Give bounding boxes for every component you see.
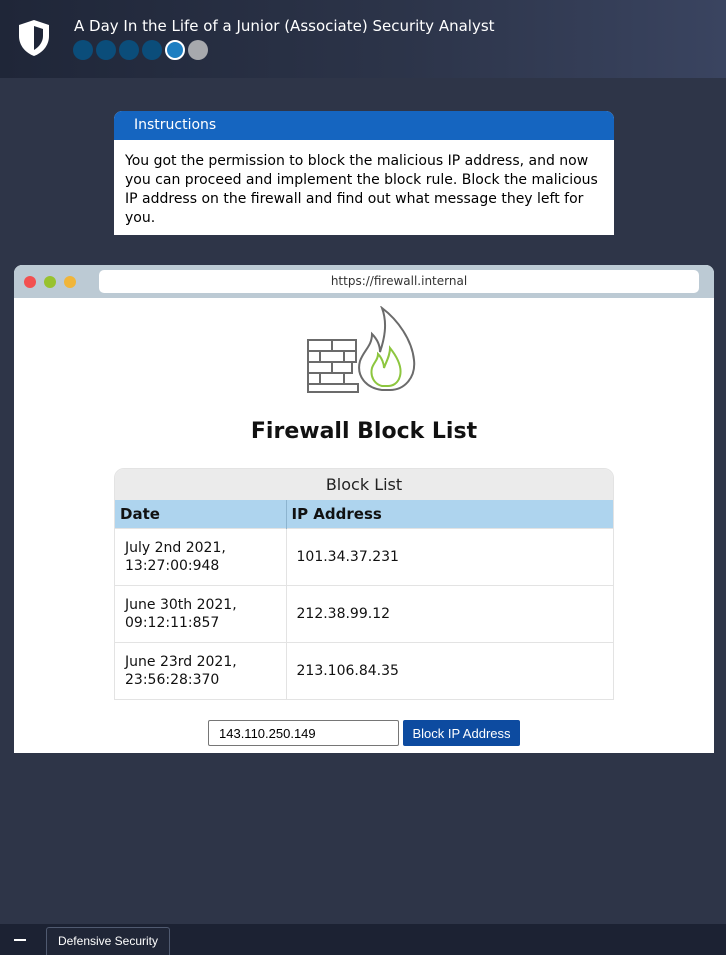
room-title: A Day In the Life of a Junior (Associate… [74, 17, 495, 35]
task-progress [73, 40, 208, 60]
instructions-panel: Instructions You got the permission to b… [114, 111, 614, 235]
minimize-icon[interactable] [14, 939, 26, 941]
block-ip-button[interactable]: Block IP Address [403, 720, 520, 746]
row-date: June 30th 2021, 09:12:11:857 [115, 584, 287, 642]
progress-step-completed[interactable] [142, 40, 162, 60]
row-date: June 23rd 2021, 23:56:28:370 [115, 641, 287, 699]
taskbar-tab-defensive-security[interactable]: Defensive Security [46, 927, 170, 955]
browser-window: https://firewall.internal Firewall Block… [14, 265, 714, 753]
progress-step-pending[interactable] [188, 40, 208, 60]
column-header-date: Date [115, 500, 287, 528]
column-header-ip: IP Address [286, 500, 613, 528]
ip-address-input[interactable] [208, 720, 399, 746]
instructions-heading: Instructions [114, 111, 614, 140]
instructions-text: You got the permission to block the mali… [125, 153, 598, 226]
maximize-window-dot[interactable] [64, 276, 76, 288]
browser-chrome: https://firewall.internal [14, 265, 714, 298]
row-ip: 101.34.37.231 [286, 527, 613, 585]
table-row: June 23rd 2021, 23:56:28:370 213.106.84.… [115, 641, 613, 699]
row-date: July 2nd 2021, 13:27:00:948 [115, 527, 287, 585]
room-header: A Day In the Life of a Junior (Associate… [0, 0, 726, 78]
progress-step-current[interactable] [165, 40, 185, 60]
close-window-dot[interactable] [24, 276, 36, 288]
block-list-table: Date IP Address July 2nd 2021, 13:27:00:… [115, 500, 613, 699]
block-list-heading: Block List [115, 469, 613, 500]
row-ip: 213.106.84.35 [286, 641, 613, 699]
url-bar[interactable]: https://firewall.internal [99, 270, 699, 293]
taskbar: Defensive Security [0, 924, 726, 955]
table-row: July 2nd 2021, 13:27:00:948 101.34.37.23… [115, 527, 613, 585]
minimize-window-dot[interactable] [44, 276, 56, 288]
row-ip: 212.38.99.12 [286, 584, 613, 642]
firewall-title: Firewall Block List [250, 419, 478, 444]
shield-icon [17, 19, 51, 57]
block-list: Block List Date IP Address July 2nd 2021… [114, 468, 614, 700]
progress-step-completed[interactable] [73, 40, 93, 60]
firewall-icon [306, 305, 422, 398]
table-row: June 30th 2021, 09:12:11:857 212.38.99.1… [115, 584, 613, 642]
progress-step-completed[interactable] [119, 40, 139, 60]
progress-step-completed[interactable] [96, 40, 116, 60]
